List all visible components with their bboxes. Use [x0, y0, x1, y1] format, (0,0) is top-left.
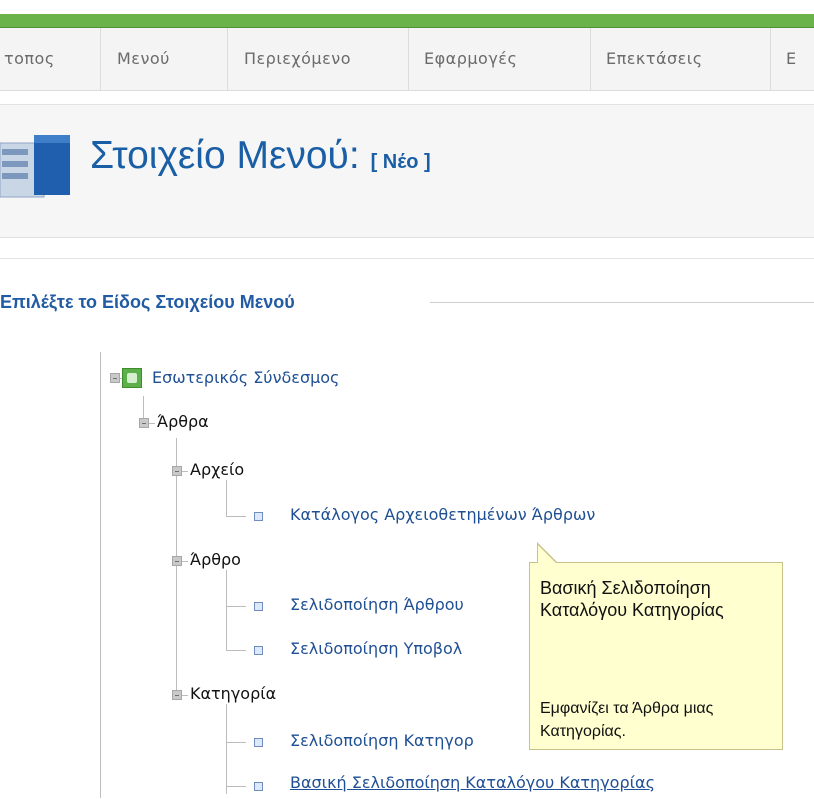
tree-connector [182, 561, 188, 562]
menu-item-site[interactable]: τοπος [4, 28, 88, 90]
page-title-subtitle: [ Νέο ] [370, 151, 431, 173]
tree-connector [182, 695, 188, 696]
page-title: Στοιχείο Μενού: [ Νέο ] [90, 134, 431, 178]
menu-item-menus[interactable]: Μενού [117, 28, 207, 90]
tree-connector [176, 438, 177, 696]
tree-leaf-article-submit[interactable]: Σελιδοποίηση Υποβολ [290, 639, 462, 658]
collapse-articles-icon[interactable] [139, 418, 149, 428]
tooltip-title: Βασική Σελιδοποίηση Καταλόγου Κατηγορίας [540, 578, 724, 620]
tree-leaf-category-list[interactable]: Βασική Σελιδοποίηση Καταλόγου Κατηγορίας [290, 773, 655, 792]
menu-item-extensions[interactable]: Επεκτάσεις [606, 28, 746, 90]
tree-leaf-archive-list[interactable]: Κατάλογος Αρχειοθετημένων Άρθρων [290, 505, 595, 524]
tree-leaf-category-layout[interactable]: Σελιδοποίηση Κατηγορ [290, 731, 474, 750]
tree-connector [226, 516, 246, 517]
main-menu: τοπος Μενού Περιεχόμενο Εφαρμογές Επεκτά… [0, 28, 814, 91]
leaf-node-icon [254, 602, 263, 611]
top-spacer [0, 0, 814, 14]
tree-connector [226, 480, 227, 516]
collapse-category-icon[interactable] [172, 690, 182, 700]
leaf-node-icon [254, 646, 263, 655]
menu-separator [408, 28, 409, 90]
fieldset-legend: Επιλέξτε το Είδος Στοιχείου Μενού [0, 292, 303, 313]
collapse-archive-icon[interactable] [172, 466, 182, 476]
menu-separator [770, 28, 771, 90]
leaf-node-icon [254, 738, 263, 747]
menu-separator [227, 28, 228, 90]
green-square-icon [122, 368, 142, 388]
tree-connector [182, 471, 188, 472]
tree-connector [226, 570, 227, 650]
tooltip: Βασική Σελιδοποίηση Καταλόγου Κατηγορίας… [529, 562, 783, 750]
accent-bar [0, 14, 814, 28]
fieldset-border-left [100, 352, 101, 798]
fieldset-border-top [430, 302, 814, 303]
collapse-root-icon[interactable] [110, 373, 120, 383]
tooltip-arrow-fill [538, 545, 557, 564]
tree-leaf-article-layout[interactable]: Σελιδοποίηση Άρθρου [290, 595, 464, 614]
page-title-text: Στοιχείο Μενού: [90, 134, 360, 177]
tooltip-description: Εμφανίζει τα Άρθρα μιας Κατηγορίας. [540, 700, 714, 740]
tree-connector [226, 606, 246, 607]
tree-connector [226, 742, 246, 743]
tree-node-article: Άρθρο [190, 550, 241, 569]
tree-node-articles: Άρθρα [157, 412, 209, 431]
menu-separator [100, 28, 101, 90]
tree-node-internal-link[interactable]: Εσωτερικός Σύνδεσμος [152, 368, 339, 387]
menu-item-content[interactable]: Περιεχόμενο [244, 28, 384, 90]
tree-connector [149, 423, 155, 424]
menu-item-icon [0, 135, 70, 198]
tree-connector [226, 650, 246, 651]
tree-node-archive: Αρχείο [190, 460, 245, 479]
menu-item-applications[interactable]: Εφαρμογές [424, 28, 554, 90]
tree-node-category: Κατηγορία [190, 684, 277, 703]
leaf-node-icon [254, 512, 263, 521]
menu-separator [590, 28, 591, 90]
menu-item-more[interactable]: Ε [786, 28, 814, 90]
tree-connector [226, 786, 246, 787]
leaf-node-icon [254, 782, 263, 791]
tree-connector [226, 704, 227, 794]
collapse-article-icon[interactable] [172, 556, 182, 566]
